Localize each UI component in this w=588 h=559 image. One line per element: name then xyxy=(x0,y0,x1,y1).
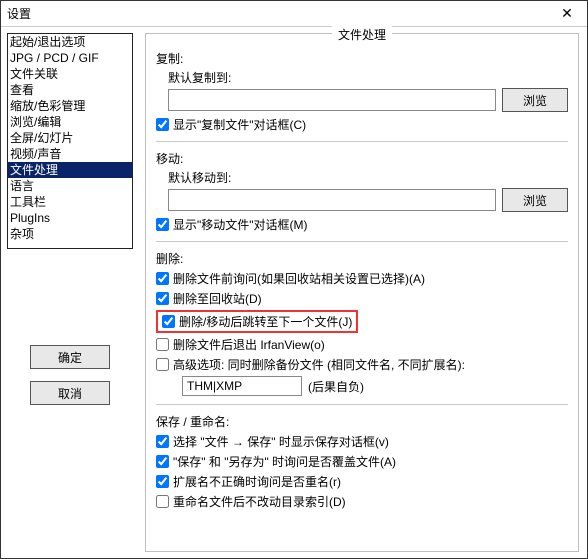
move-path-input[interactable] xyxy=(168,189,496,211)
settings-window: 设置 ✕ 起始/退出选项JPG / PCD / GIF文件关联查看缩放/色彩管理… xyxy=(0,0,588,559)
delete-recycle-label: 删除至回收站(D) xyxy=(173,290,262,307)
cancel-button[interactable]: 取消 xyxy=(30,381,110,405)
delete-advanced-tail: (后果自负) xyxy=(308,378,364,395)
cancel-label: 取消 xyxy=(58,385,82,402)
save-rename-ext-input[interactable] xyxy=(156,475,169,488)
category-item[interactable]: 浏览/编辑 xyxy=(8,114,132,130)
move-default-label: 默认移动到: xyxy=(168,169,568,186)
save-no-index-input[interactable] xyxy=(156,495,169,508)
right-column: 文件处理 复制: 默认复制到: 浏览 显示"复制文件"对话框(C) 移动: 默认… xyxy=(139,27,587,558)
copy-show-dialog-checkbox[interactable]: 显示"复制文件"对话框(C) xyxy=(156,116,568,133)
copy-show-dialog-label: 显示"复制文件"对话框(C) xyxy=(173,116,306,133)
delete-ask-input[interactable] xyxy=(156,272,169,285)
delete-jump-highlight: 删除/移动后跳转至下一个文件(J) xyxy=(156,310,358,333)
browse-label: 浏览 xyxy=(523,192,547,209)
ok-label: 确定 xyxy=(58,349,82,366)
save-overwrite-label: "保存" 和 "另存为" 时询问是否覆盖文件(A) xyxy=(173,453,396,470)
save-rename-ext-label: 扩展名不正确时询问是否重名(r) xyxy=(173,473,341,490)
delete-exit-input[interactable] xyxy=(156,338,169,351)
delete-ask-label: 删除文件前询问(如果回收站相关设置已选择)(A) xyxy=(173,270,425,287)
category-item[interactable]: 文件处理 xyxy=(8,162,132,178)
move-browse-button[interactable]: 浏览 xyxy=(502,188,568,212)
file-handling-group: 文件处理 复制: 默认复制到: 浏览 显示"复制文件"对话框(C) 移动: 默认… xyxy=(145,33,579,552)
divider xyxy=(156,404,568,405)
category-item[interactable]: 语言 xyxy=(8,178,132,194)
delete-advanced-input[interactable] xyxy=(156,358,169,371)
delete-advanced-label: 高级选项: 同时删除备份文件 (相同文件名, 不同扩展名): xyxy=(173,356,465,373)
category-item[interactable]: PlugIns xyxy=(8,210,132,226)
move-show-dialog-label: 显示"移动文件"对话框(M) xyxy=(173,216,308,233)
save-no-index-checkbox[interactable]: 重命名文件后不改动目录索引(D) xyxy=(156,493,568,510)
save-overwrite-input[interactable] xyxy=(156,455,169,468)
delete-recycle-input[interactable] xyxy=(156,292,169,305)
browse-label: 浏览 xyxy=(523,92,547,109)
delete-title: 删除: xyxy=(156,250,568,267)
category-item[interactable]: 起始/退出选项 xyxy=(8,34,132,50)
save-show-dialog-input[interactable] xyxy=(156,435,169,448)
copy-show-dialog-input[interactable] xyxy=(156,118,169,131)
copy-path-input[interactable] xyxy=(168,89,496,111)
divider xyxy=(156,241,568,242)
delete-jump-label: 删除/移动后跳转至下一个文件(J) xyxy=(179,313,352,330)
delete-advanced-ext-input[interactable] xyxy=(182,376,302,396)
category-item[interactable]: 缩放/色彩管理 xyxy=(8,98,132,114)
category-item[interactable]: 文件关联 xyxy=(8,66,132,82)
save-no-index-label: 重命名文件后不改动目录索引(D) xyxy=(173,493,346,510)
move-show-dialog-checkbox[interactable]: 显示"移动文件"对话框(M) xyxy=(156,216,568,233)
category-item[interactable]: 查看 xyxy=(8,82,132,98)
copy-default-label: 默认复制到: xyxy=(168,69,568,86)
delete-advanced-checkbox[interactable]: 高级选项: 同时删除备份文件 (相同文件名, 不同扩展名): xyxy=(156,356,568,373)
save-overwrite-checkbox[interactable]: "保存" 和 "另存为" 时询问是否覆盖文件(A) xyxy=(156,453,568,470)
delete-ask-checkbox[interactable]: 删除文件前询问(如果回收站相关设置已选择)(A) xyxy=(156,270,568,287)
delete-exit-checkbox[interactable]: 删除文件后退出 IrfanView(o) xyxy=(156,336,568,353)
category-item[interactable]: 杂项 xyxy=(8,226,132,242)
divider xyxy=(156,141,568,142)
move-title: 移动: xyxy=(156,150,568,167)
delete-exit-label: 删除文件后退出 IrfanView(o) xyxy=(173,336,325,353)
close-icon: ✕ xyxy=(561,5,573,22)
group-legend: 文件处理 xyxy=(332,26,392,43)
window-title: 设置 xyxy=(7,5,31,22)
copy-title: 复制: xyxy=(156,50,568,67)
category-item[interactable]: 工具栏 xyxy=(8,194,132,210)
delete-recycle-checkbox[interactable]: 删除至回收站(D) xyxy=(156,290,568,307)
ok-button[interactable]: 确定 xyxy=(30,345,110,369)
save-show-dialog-label: 选择 "文件 → 保存" 时显示保存对话框(v) xyxy=(173,433,389,450)
delete-jump-input[interactable] xyxy=(162,315,175,328)
save-title: 保存 / 重命名: xyxy=(156,413,568,430)
category-list[interactable]: 起始/退出选项JPG / PCD / GIF文件关联查看缩放/色彩管理浏览/编辑… xyxy=(7,33,133,249)
save-rename-ext-checkbox[interactable]: 扩展名不正确时询问是否重名(r) xyxy=(156,473,568,490)
left-column: 起始/退出选项JPG / PCD / GIF文件关联查看缩放/色彩管理浏览/编辑… xyxy=(1,27,139,558)
category-item[interactable]: JPG / PCD / GIF xyxy=(8,50,132,66)
move-show-dialog-input[interactable] xyxy=(156,218,169,231)
save-show-dialog-checkbox[interactable]: 选择 "文件 → 保存" 时显示保存对话框(v) xyxy=(156,433,568,450)
category-item[interactable]: 视频/声音 xyxy=(8,146,132,162)
category-item[interactable]: 全屏/幻灯片 xyxy=(8,130,132,146)
titlebar: 设置 ✕ xyxy=(1,1,587,27)
copy-browse-button[interactable]: 浏览 xyxy=(502,88,568,112)
close-button[interactable]: ✕ xyxy=(547,1,587,26)
